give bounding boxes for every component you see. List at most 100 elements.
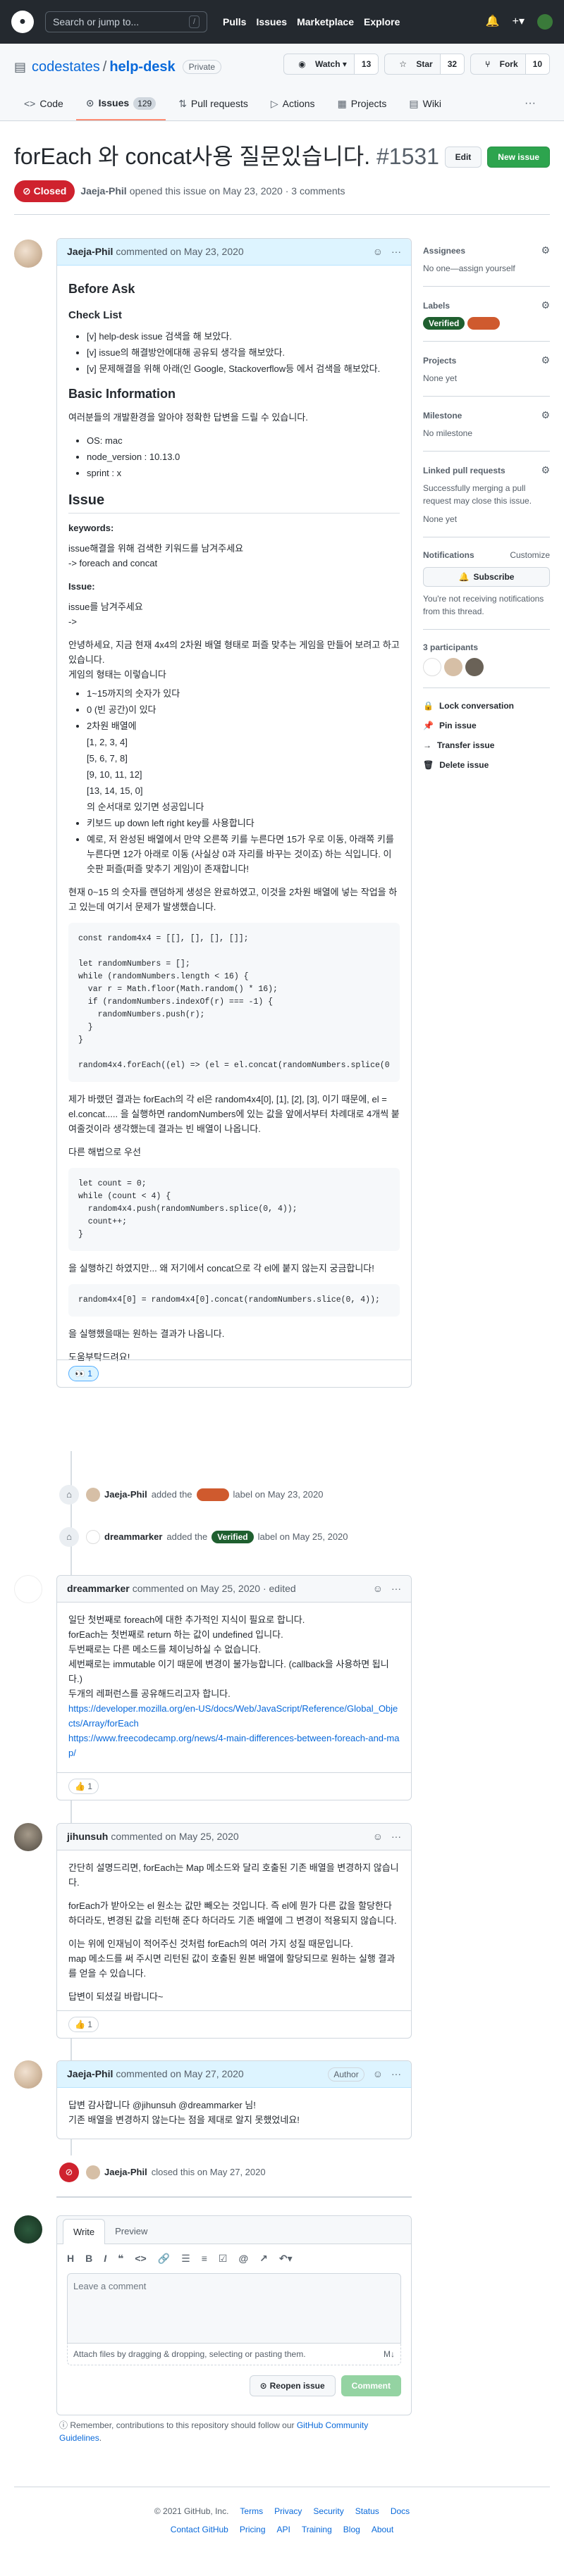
footer-link[interactable]: Privacy [274, 2505, 302, 2518]
comment-author[interactable]: Jaeja-Phil [67, 2067, 113, 2082]
footer-link[interactable]: Training [302, 2523, 332, 2536]
mention-icon[interactable]: @ [238, 2251, 248, 2266]
customize-link[interactable]: Customize [510, 549, 550, 561]
tab-code[interactable]: <> Code [14, 89, 73, 120]
comment-author[interactable]: jihunsuh [67, 1829, 108, 1844]
tab-pull-requests[interactable]: ⇅ Pull requests [168, 89, 258, 120]
nav-explore[interactable]: Explore [364, 15, 400, 30]
milestone-title[interactable]: Milestone [423, 409, 462, 422]
footer-link[interactable]: Blog [343, 2523, 360, 2536]
comment-textarea[interactable]: Leave a comment [67, 2273, 401, 2344]
footer-link[interactable]: Status [355, 2505, 379, 2518]
subscribe-button[interactable]: 🔔 Subscribe [423, 567, 550, 587]
smiley-icon[interactable]: ☺ [373, 1581, 383, 1596]
avatar[interactable] [86, 1488, 100, 1502]
comment-author[interactable]: Jaeja-Phil [67, 244, 113, 259]
gear-icon[interactable]: ⚙ [541, 408, 550, 423]
event-actor[interactable]: Jaeja-Phil [104, 1488, 147, 1502]
nav-issues[interactable]: Issues [256, 15, 287, 30]
assignees-title[interactable]: Assignees [423, 244, 465, 257]
tab-issues[interactable]: ⊙ Issues 129 [75, 89, 166, 120]
pin-issue-link[interactable]: 📌 Pin issue [423, 719, 550, 732]
task-list-icon[interactable]: ☑ [219, 2251, 228, 2266]
reaction-button[interactable]: 👀 1 [68, 1366, 99, 1381]
transfer-issue-link[interactable]: → Transfer issue [423, 739, 550, 752]
avatar[interactable] [14, 239, 42, 268]
saved-reply-icon[interactable]: ↶▾ [279, 2251, 293, 2266]
watch-button[interactable]: ◉ Watch ▾ 13 [283, 54, 379, 75]
watch-count[interactable]: 13 [353, 54, 379, 74]
smiley-icon[interactable]: ☺ [373, 1829, 383, 1844]
lock-conversation-link[interactable]: 🔒 Lock conversation [423, 699, 550, 712]
tab-write[interactable]: Write [63, 2218, 106, 2244]
footer-link[interactable]: About [372, 2523, 393, 2536]
reaction-button[interactable]: 👍 1 [68, 2017, 99, 2032]
nav-pulls[interactable]: Pulls [223, 15, 246, 30]
reference-link[interactable]: https://developer.mozilla.org/en-US/docs… [68, 1703, 398, 1729]
more-icon[interactable]: ··· [391, 1581, 401, 1596]
tab-preview[interactable]: Preview [105, 2219, 157, 2244]
linked-prs-title[interactable]: Linked pull requests [423, 464, 505, 477]
participant-avatar[interactable] [465, 658, 484, 676]
footer-link[interactable]: Security [313, 2505, 343, 2518]
gear-icon[interactable]: ⚙ [541, 353, 550, 368]
issue-author[interactable]: Jaeja-Phil [80, 184, 126, 199]
delete-issue-link[interactable]: 🗑 Delete issue [423, 759, 550, 771]
tab-wiki[interactable]: ▤ Wiki [399, 89, 451, 120]
bold-icon[interactable]: B [85, 2251, 92, 2266]
new-issue-button[interactable]: New issue [487, 147, 550, 168]
user-avatar[interactable] [537, 14, 553, 30]
fork-count[interactable]: 10 [525, 54, 549, 74]
footer-link[interactable]: Docs [391, 2505, 410, 2518]
repo-name-link[interactable]: help-desk [109, 56, 175, 77]
gear-icon[interactable]: ⚙ [541, 463, 550, 478]
star-button[interactable]: ☆ Star 32 [384, 54, 465, 75]
attach-files[interactable]: Attach files by dragging & dropping, sel… [67, 2344, 401, 2365]
footer-link[interactable]: Pricing [240, 2523, 266, 2536]
reference-link[interactable]: https://www.freecodecamp.org/news/4-main… [68, 1733, 399, 1758]
comment-author[interactable]: dreammarker [67, 1581, 130, 1596]
fork-button[interactable]: ⑂ Fork 10 [470, 54, 550, 75]
plus-icon[interactable]: +▾ [513, 13, 525, 30]
more-icon[interactable]: ··· [391, 1829, 401, 1844]
star-count[interactable]: 32 [439, 54, 465, 74]
assignees-value[interactable]: No one—assign yourself [423, 262, 550, 275]
footer-link[interactable]: API [277, 2523, 290, 2536]
label-chip[interactable]: Verified [212, 1531, 254, 1543]
smiley-icon[interactable]: ☺ [373, 2067, 383, 2082]
comment-button[interactable]: Comment [341, 2375, 401, 2396]
italic-icon[interactable]: I [104, 2251, 106, 2266]
label-chip[interactable] [467, 317, 501, 330]
avatar[interactable] [86, 1530, 100, 1544]
github-logo-icon[interactable]: ● [11, 11, 34, 33]
smiley-icon[interactable]: ☺ [373, 244, 383, 259]
labels-title[interactable]: Labels [423, 299, 450, 312]
repo-owner-link[interactable]: codestates [32, 56, 100, 77]
reaction-button[interactable]: 👍 1 [68, 1779, 99, 1794]
event-actor[interactable]: Jaeja-Phil [104, 2165, 147, 2179]
avatar[interactable] [14, 2215, 42, 2244]
quote-icon[interactable]: ❝ [118, 2251, 123, 2266]
nav-marketplace[interactable]: Marketplace [297, 15, 354, 30]
label-chip[interactable] [196, 1488, 229, 1501]
avatar[interactable] [86, 2165, 100, 2179]
reference-icon[interactable]: ↗ [259, 2251, 268, 2266]
avatar[interactable] [14, 1575, 42, 1603]
participant-avatar[interactable] [444, 658, 462, 676]
numbered-list-icon[interactable]: ≡ [202, 2251, 207, 2266]
label-chip[interactable]: Verified [423, 317, 465, 330]
footer-link[interactable]: Terms [240, 2505, 263, 2518]
participant-avatar[interactable] [423, 658, 441, 676]
tab-actions[interactable]: ▷ Actions [261, 89, 325, 120]
bullet-list-icon[interactable]: ☰ [181, 2251, 190, 2266]
more-icon[interactable]: ··· [391, 244, 401, 259]
tab-projects[interactable]: ▦ Projects [328, 89, 397, 120]
link-icon[interactable]: 🔗 [158, 2251, 170, 2266]
reopen-issue-button[interactable]: ⊙ Reopen issue [249, 2375, 336, 2396]
gear-icon[interactable]: ⚙ [541, 298, 550, 313]
more-icon[interactable]: ··· [525, 95, 536, 112]
more-icon[interactable]: ··· [391, 2067, 401, 2082]
projects-title[interactable]: Projects [423, 354, 456, 367]
heading-icon[interactable]: H [67, 2251, 74, 2266]
bell-icon[interactable]: 🔔 [486, 13, 500, 30]
